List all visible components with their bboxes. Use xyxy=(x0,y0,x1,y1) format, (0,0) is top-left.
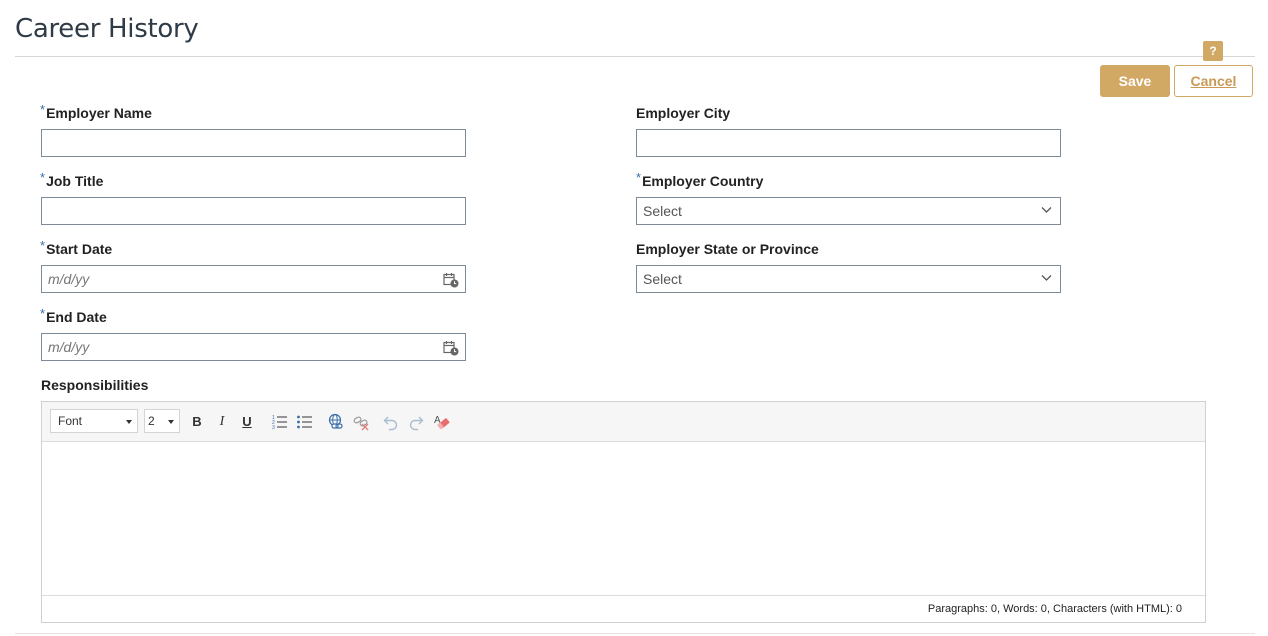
required-marker: * xyxy=(40,102,46,117)
employer-state-label: Employer State or Province xyxy=(636,241,819,257)
bold-icon[interactable]: B xyxy=(188,413,206,431)
help-button[interactable]: ? xyxy=(1203,41,1223,61)
start-date-label: *Start Date xyxy=(40,238,113,257)
clear-format-icon[interactable]: A xyxy=(433,413,451,431)
start-date-field[interactable] xyxy=(41,265,466,293)
employer-country-label: *Employer Country xyxy=(636,170,764,189)
undo-icon[interactable] xyxy=(382,413,400,431)
employer-city-input[interactable] xyxy=(637,130,1060,156)
start-date-input[interactable] xyxy=(42,266,465,292)
employer-city-label: Employer City xyxy=(636,105,731,121)
underline-icon[interactable]: U xyxy=(238,413,256,431)
employer-name-label: *Employer Name xyxy=(40,102,152,121)
calendar-icon[interactable] xyxy=(443,340,459,356)
editor-toolbar: Font 2 B I U 1 2 3 A xyxy=(42,402,1205,442)
rich-text-editor: Font 2 B I U 1 2 3 A Paragraphs: 0, Word… xyxy=(41,401,1206,623)
svg-text:3: 3 xyxy=(272,425,275,431)
employer-name-input[interactable] xyxy=(42,130,465,156)
end-date-input[interactable] xyxy=(42,334,465,360)
employer-country-value: Select xyxy=(643,203,682,219)
calendar-icon[interactable] xyxy=(443,272,459,288)
employer-name-field[interactable] xyxy=(41,129,466,157)
required-marker: * xyxy=(636,170,642,185)
font-select[interactable]: Font xyxy=(50,409,138,433)
employer-state-select[interactable]: Select xyxy=(636,265,1061,293)
cancel-button[interactable]: Cancel xyxy=(1174,65,1253,97)
chevron-down-icon xyxy=(1041,275,1052,281)
redo-icon[interactable] xyxy=(407,413,425,431)
required-marker: * xyxy=(40,238,46,253)
page-title: Career History xyxy=(15,14,199,44)
job-title-field[interactable] xyxy=(41,197,466,225)
italic-icon[interactable]: I xyxy=(213,413,231,431)
chevron-down-icon xyxy=(1041,207,1052,213)
employer-city-field[interactable] xyxy=(636,129,1061,157)
employer-country-select[interactable]: Select xyxy=(636,197,1061,225)
responsibilities-label: Responsibilities xyxy=(41,377,149,393)
unlink-icon[interactable] xyxy=(352,413,370,431)
responsibilities-editor-area[interactable] xyxy=(42,442,1205,597)
end-date-label: *End Date xyxy=(40,306,107,325)
title-divider xyxy=(15,56,1255,57)
job-title-label: *Job Title xyxy=(40,170,104,189)
ordered-list-icon[interactable]: 1 2 3 xyxy=(271,413,289,431)
end-date-field[interactable] xyxy=(41,333,466,361)
job-title-input[interactable] xyxy=(42,198,465,224)
employer-state-value: Select xyxy=(643,271,682,287)
bottom-divider xyxy=(15,633,1255,634)
required-marker: * xyxy=(40,306,46,321)
save-button[interactable]: Save xyxy=(1100,65,1170,97)
font-size-select[interactable]: 2 xyxy=(144,409,180,433)
editor-status-bar: Paragraphs: 0, Words: 0, Characters (wit… xyxy=(42,595,1205,622)
link-icon[interactable] xyxy=(327,413,345,431)
required-marker: * xyxy=(40,170,46,185)
unordered-list-icon[interactable] xyxy=(296,413,314,431)
